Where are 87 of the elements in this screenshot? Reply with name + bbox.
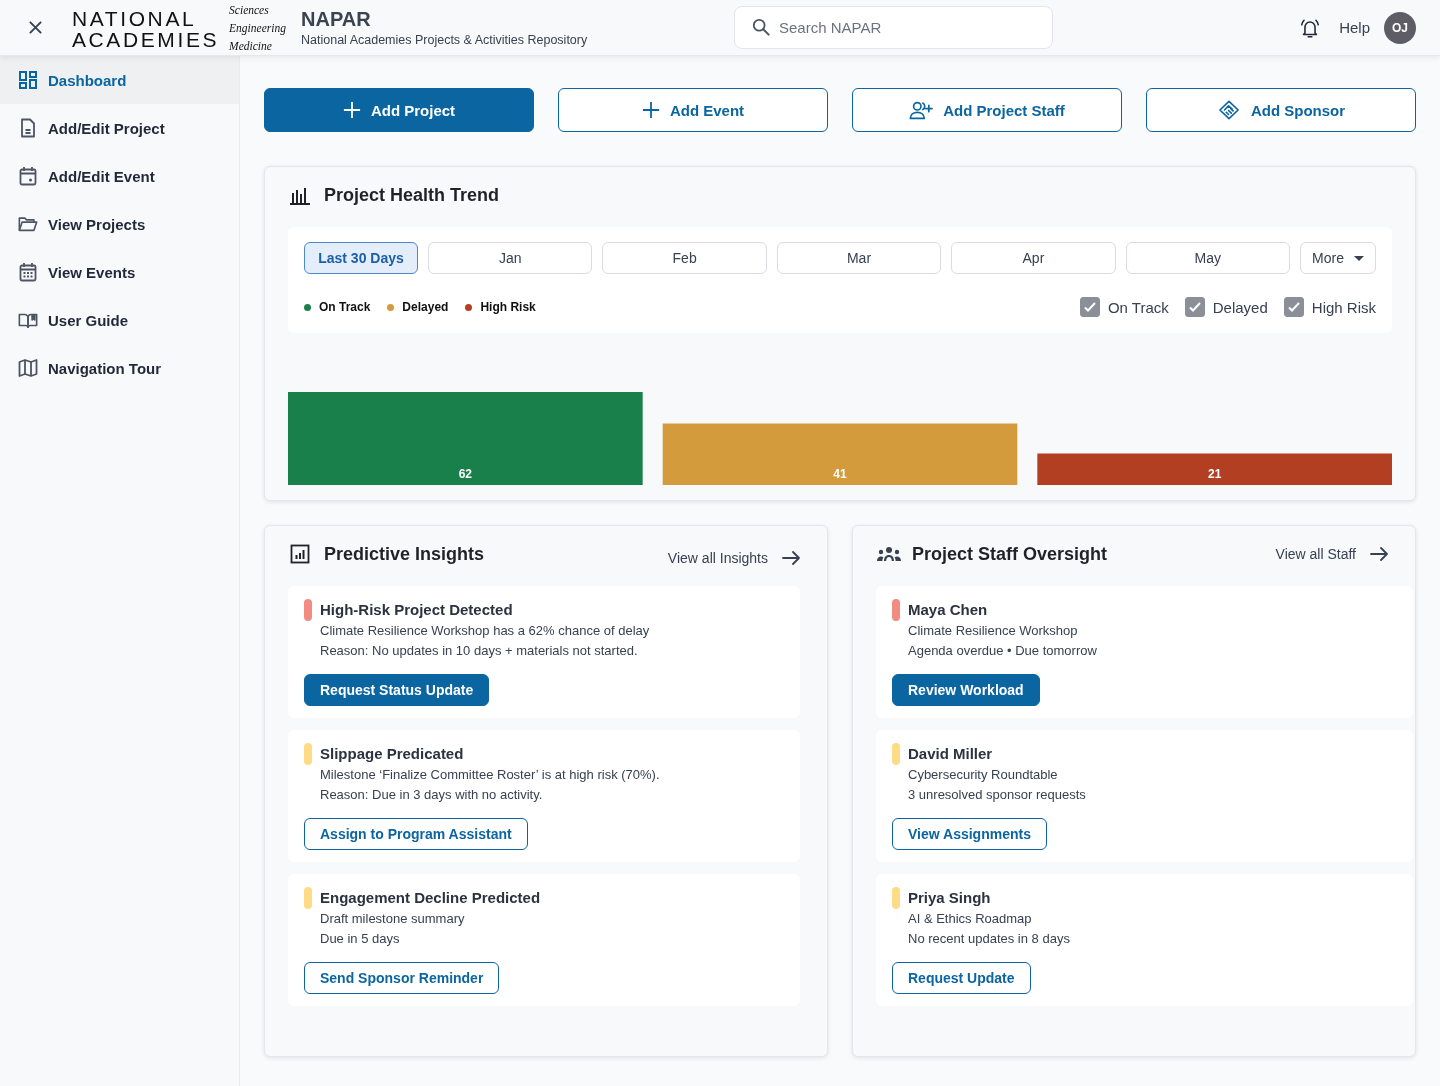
action-button[interactable]: Add Project <box>264 88 534 132</box>
chart-box-icon <box>290 544 310 564</box>
diamond-icon <box>1216 100 1241 120</box>
checkbox[interactable] <box>1184 297 1205 317</box>
bar-chart-icon <box>290 185 310 205</box>
item-detail: Climate Resilience Workshop <box>908 622 1079 640</box>
user-plus-icon <box>909 100 934 120</box>
item-detail: Reason: No updates in 10 days + materials not started. <box>320 642 639 660</box>
nav-item[interactable]: View Projects <box>0 200 239 248</box>
action-button[interactable]: Review Workload <box>892 674 1040 706</box>
checkbox[interactable] <box>1283 297 1304 317</box>
nav-item[interactable]: Dashboard <box>0 56 239 104</box>
item-detail: Cybersecurity Roundtable <box>908 766 1059 784</box>
dashboard-icon <box>18 70 38 90</box>
app-title: NAPAR <box>301 6 372 31</box>
checkbox[interactable] <box>1079 297 1100 317</box>
nav-item[interactable]: User Guide <box>0 296 239 344</box>
more-dropdown[interactable]: More <box>1300 242 1377 274</box>
card-title: Predictive Insights <box>324 543 485 565</box>
map-icon <box>18 358 38 378</box>
user-avatar[interactable]: OJ <box>1384 11 1416 44</box>
search-field[interactable]: Search NAPAR <box>734 6 1053 49</box>
legend-label: High Risk <box>480 300 536 314</box>
item-title: Maya Chen <box>908 600 989 620</box>
item-detail: Agenda overdue • Due tomorrow <box>908 642 1098 660</box>
card-title: Project Health Trend <box>324 184 500 206</box>
action-button[interactable]: Add Project Staff <box>852 88 1122 132</box>
item-detail: Reason: Due in 3 days with no activity. <box>320 786 544 804</box>
action-button[interactable]: Request Status Update <box>304 674 490 706</box>
arrow-right-icon <box>1370 547 1388 561</box>
nav-item[interactable]: Navigation Tour <box>0 344 239 392</box>
period-tab[interactable]: Feb <box>602 242 767 274</box>
item-title: Slippage Predicated <box>320 744 465 764</box>
period-tab[interactable]: Jan <box>428 242 593 274</box>
checkmark-icon <box>1287 302 1300 312</box>
filter-label: Delayed <box>1212 298 1268 316</box>
item-title: High-Risk Project Detected <box>320 600 514 620</box>
help-link[interactable]: Help <box>1339 19 1370 36</box>
filter-label: High Risk <box>1311 298 1376 316</box>
calendar-icon <box>18 166 38 186</box>
search-icon <box>752 18 770 36</box>
close-icon[interactable] <box>28 20 43 35</box>
filter-label: On Track <box>1107 298 1169 316</box>
plus-icon <box>342 101 361 119</box>
period-tab[interactable]: Apr <box>951 242 1116 274</box>
nav-item[interactable]: Add/Edit Event <box>0 152 239 200</box>
document-icon <box>18 118 38 138</box>
bar-value-label: 21 <box>1208 467 1222 481</box>
view-all-link[interactable]: View all Insights <box>667 550 800 566</box>
card-title: Project Staff Oversight <box>912 543 1108 565</box>
checkmark-icon <box>1188 302 1201 312</box>
folder-icon <box>18 214 38 234</box>
item-title: Engagement Decline Predicted <box>320 888 542 908</box>
plus-icon <box>641 101 660 119</box>
item-title: Priya Singh <box>908 888 992 908</box>
period-tab[interactable]: May <box>1125 242 1291 274</box>
calendar-icon <box>18 262 38 282</box>
period-tab[interactable]: Mar <box>776 242 942 274</box>
action-button[interactable]: Assign to Program Assistant <box>304 818 528 850</box>
people-group-icon <box>876 546 902 562</box>
nav-item[interactable]: Add/Edit Project <box>0 104 239 152</box>
bar-value-label: 41 <box>833 467 847 481</box>
item-detail: No recent updates in 8 days <box>908 930 1071 948</box>
action-button[interactable]: Add Event <box>558 88 828 132</box>
caret-down-icon <box>1354 255 1364 261</box>
item-detail: 3 unresolved sponsor requests <box>908 786 1087 804</box>
legend-label: Delayed <box>402 300 449 314</box>
arrow-right-icon <box>782 551 800 565</box>
legend-label: On Track <box>319 300 371 314</box>
item-detail: Draft milestone summary <box>320 910 466 928</box>
app-subtitle: National Academies Projects & Activities Repository <box>301 31 589 49</box>
action-button[interactable]: Add Sponsor <box>1146 88 1416 132</box>
logo-wordmark: NATIONAL ACADEMIES <box>72 7 220 50</box>
view-all-link[interactable]: View all Staff <box>1275 546 1388 562</box>
item-detail: Climate Resilience Workshop has a 62% chance of delay <box>320 622 651 640</box>
item-detail: Milestone ‘Finalize Committee Roster’ is at high risk (70%). <box>320 766 661 784</box>
nav-item[interactable]: View Events <box>0 248 239 296</box>
period-tab[interactable]: Last 30 Days <box>304 242 418 274</box>
action-button[interactable]: Request Update <box>892 962 1031 994</box>
logo-tagline: Sciences Engineering Medicine <box>229 2 286 54</box>
item-detail: Due in 5 days <box>320 930 401 948</box>
item-title: David Miller <box>908 744 994 764</box>
bar-value-label: 62 <box>458 467 472 481</box>
action-button[interactable]: View Assignments <box>892 818 1047 850</box>
item-detail: AI & Ethics Roadmap <box>908 910 1033 928</box>
checkmark-icon <box>1083 302 1096 312</box>
action-button[interactable]: Send Sponsor Reminder <box>304 962 500 994</box>
